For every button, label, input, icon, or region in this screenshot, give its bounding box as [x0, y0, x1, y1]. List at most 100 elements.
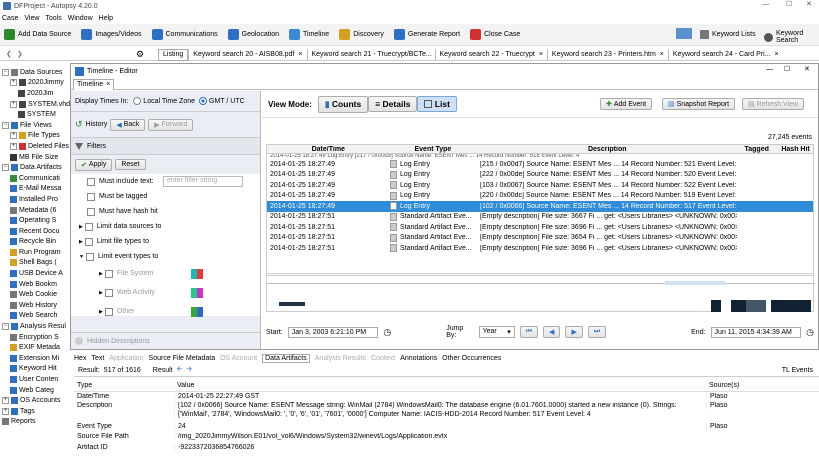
tree-node[interactable]: USB Device A: [0, 268, 70, 279]
tree-node[interactable]: Communicati: [0, 173, 70, 184]
artifact-column-2[interactable]: Source(s): [706, 382, 816, 389]
expand-icon[interactable]: −: [2, 68, 9, 76]
expand-icon[interactable]: −: [2, 164, 9, 172]
tree-node[interactable]: +2020Jimmy: [0, 78, 70, 89]
tree-node[interactable]: + OS Accounts: [0, 395, 70, 406]
result-tab-1[interactable]: Keyword search 20 - AISB08.pdf ×: [188, 48, 306, 61]
toolbar-button-0[interactable]: Add Data Source: [4, 29, 71, 40]
menu-item-3[interactable]: Window: [68, 15, 93, 22]
table-row[interactable]: 2014-01-25 18:27:51 Standard Artifact Eve…: [267, 243, 813, 254]
viewer-tab-5[interactable]: Data Artifacts: [262, 353, 310, 363]
viewer-tab-4[interactable]: OS Account: [220, 355, 257, 362]
artifact-row[interactable]: Event Type 24 Plaso: [74, 421, 819, 432]
table-row[interactable]: 2014-01-25 18:27:49 Log Entry [222 / 0x00d…: [267, 170, 813, 181]
details-button[interactable]: ≡ Details: [368, 96, 418, 112]
gear-icon[interactable]: ⚙: [136, 49, 144, 60]
other-checkbox[interactable]: [104, 307, 113, 316]
result-tab-5[interactable]: Keyword search 24 - Card Pri... ×: [667, 48, 783, 61]
viewer-tab-7[interactable]: Context: [371, 355, 395, 362]
tree-node[interactable]: + Tags: [0, 406, 70, 417]
tree-node[interactable]: SYSTEM: [0, 109, 70, 120]
keyword-search-button[interactable]: Keyword Search: [764, 30, 819, 44]
prev-button[interactable]: ◀: [543, 326, 561, 338]
back-button[interactable]: ◀ Back: [110, 118, 146, 131]
toolbar-button-1[interactable]: Images/Videos: [81, 29, 142, 40]
counts-button[interactable]: ▮ Counts: [317, 95, 369, 113]
expand-icon[interactable]: ▶: [79, 239, 83, 245]
close-tab-icon[interactable]: ×: [539, 51, 543, 58]
timeline-close[interactable]: ✕: [804, 65, 810, 73]
jump-by-select[interactable]: Year ▾: [478, 326, 515, 338]
expand-icon[interactable]: +: [10, 79, 17, 87]
back-arrow-icon[interactable]: ❮: [6, 50, 12, 58]
text-filter-checkbox[interactable]: [87, 177, 95, 186]
tree-node[interactable]: EXIF Metada: [0, 342, 70, 353]
menu-item-0[interactable]: Case: [2, 15, 18, 22]
tree-node[interactable]: Run Program: [0, 247, 70, 258]
tree-node[interactable]: − Analysis Resul: [0, 321, 70, 332]
tree-node[interactable]: + Deleted Files: [0, 141, 70, 152]
expand-icon[interactable]: −: [2, 323, 9, 331]
viewer-tab-8[interactable]: Annotations: [400, 355, 437, 362]
viewer-tab-0[interactable]: Hex: [74, 355, 86, 362]
filetype-filter-checkbox[interactable]: [84, 237, 93, 246]
list-button[interactable]: List: [417, 96, 457, 112]
hidden-descriptions[interactable]: Hidden Descriptions: [71, 332, 260, 349]
toolbar-button-4[interactable]: Timeline: [289, 29, 329, 40]
next-result-icon[interactable]: 🡪: [186, 365, 192, 376]
result-tab-4[interactable]: Keyword search 23 - Printers.htm ×: [546, 48, 668, 61]
timeline-minimize[interactable]: —: [766, 66, 773, 73]
tree-node[interactable]: Web Cookie: [0, 289, 70, 300]
expand-icon[interactable]: ▶: [99, 309, 103, 315]
next-button[interactable]: ▶: [565, 326, 583, 338]
artifact-row[interactable]: Description [102 / 0x0066] Source Name: E…: [74, 402, 819, 421]
tree-node[interactable]: Recent Docu: [0, 226, 70, 237]
eventtype-filter-checkbox[interactable]: [85, 252, 94, 261]
toolbar-button-3[interactable]: Geolocation: [227, 29, 279, 40]
artifact-row[interactable]: Date/Time 2014-01-25 22:27:49 GST Plaso: [74, 392, 819, 403]
add-event-button[interactable]: ✚ Add Event: [600, 98, 653, 110]
start-clock-icon[interactable]: ◷: [383, 327, 391, 338]
collapse-icon[interactable]: ▼: [79, 254, 84, 260]
expand-icon[interactable]: +: [2, 407, 9, 415]
close-tab-icon[interactable]: ×: [106, 81, 110, 88]
start-date-field[interactable]: Jan 3, 2003 6:21:10 PM: [287, 326, 379, 338]
table-row[interactable]: 2014-01-25 18:27:49 Log Entry [103 / 0x006…: [267, 180, 813, 191]
table-row[interactable]: 2014-01-25 18:27:51 Standard Artifact Eve…: [267, 222, 813, 233]
result-tab-2[interactable]: Keyword search 21 - Truecrypt/BCTe...×: [306, 48, 435, 61]
forward-arrow-icon[interactable]: ❯: [17, 50, 23, 58]
tree-node[interactable]: − Data Sources: [0, 67, 70, 78]
tree-node[interactable]: Recycle Bin: [0, 237, 70, 248]
expand-icon[interactable]: +: [10, 100, 17, 108]
tree-node[interactable]: E-Mail Messa: [0, 184, 70, 195]
viewer-tab-3[interactable]: Source File Metadata: [149, 355, 216, 362]
filter-text-input[interactable]: enter filter string: [163, 176, 243, 187]
expand-icon[interactable]: ▶: [79, 224, 83, 230]
artifact-row[interactable]: Artifact ID -9223372036854766026: [74, 442, 819, 453]
last-button[interactable]: ⏭: [587, 326, 607, 338]
tree-node[interactable]: Shell Bags (: [0, 258, 70, 269]
refresh-view-button[interactable]: ▤ Refresh View: [742, 98, 805, 110]
result-tab-3[interactable]: Keyword search 22 - Truecrypt ×: [434, 48, 547, 61]
toolbar-button-5[interactable]: Discovery: [339, 29, 384, 40]
menu-item-1[interactable]: View: [24, 15, 39, 22]
apply-button[interactable]: ✔ Apply: [75, 158, 113, 171]
tree-node[interactable]: − Data Artifacts: [0, 162, 70, 173]
tree-node[interactable]: Web Categ: [0, 385, 70, 396]
webactivity-checkbox[interactable]: [104, 288, 113, 297]
tree-node[interactable]: Reports: [0, 417, 70, 428]
close-tab-icon[interactable]: ×: [298, 51, 302, 58]
tree-node[interactable]: Installed Pro: [0, 194, 70, 205]
column-header-1[interactable]: Event Type: [387, 146, 477, 153]
tree-node[interactable]: Web History: [0, 300, 70, 311]
table-row[interactable]: 2014-01-25 18:27:49 Log Entry [102 / 0x006…: [267, 201, 813, 212]
column-header-0[interactable]: Date/Time: [267, 146, 387, 153]
tree-node[interactable]: Operating S: [0, 215, 70, 226]
tree-node[interactable]: MB File Size: [0, 152, 70, 163]
viewer-tab-2[interactable]: Application: [109, 355, 143, 362]
table-row[interactable]: 2014-01-25 18:27:49 Log Entry [220 / 0x00d…: [267, 191, 813, 202]
toolbar-button-6[interactable]: Generate Report: [393, 29, 460, 40]
timeline-tab[interactable]: Timeline ×: [73, 78, 115, 90]
tagged-filter-checkbox[interactable]: [87, 192, 95, 201]
first-button[interactable]: ⏮: [519, 326, 539, 338]
